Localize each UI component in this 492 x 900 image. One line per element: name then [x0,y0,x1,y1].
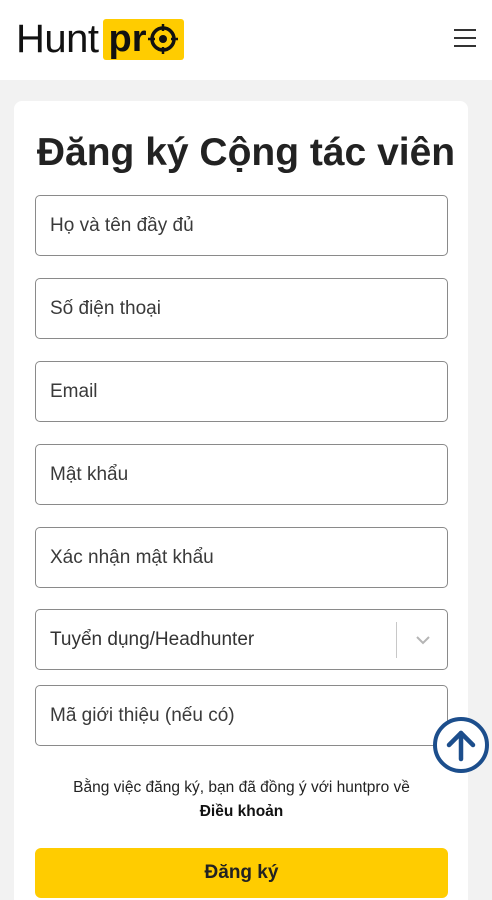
role-select-value: Tuyển dụng/Headhunter [50,628,255,650]
top-header: Hunt pr [0,0,492,80]
logo-pro-badge: pr [102,17,184,60]
phone-input[interactable] [50,297,447,320]
confirm-password-input[interactable] [50,546,447,569]
target-icon [147,24,178,54]
email-field[interactable] [35,361,448,422]
email-input[interactable] [50,380,447,403]
full-name-input[interactable] [50,214,447,237]
confirm-password-field[interactable] [35,527,448,588]
logo-hunt-text: Hunt [16,17,99,61]
page-title: Đăng ký Cộng tác viên [36,131,456,174]
terms-notice: Bằng việc đăng ký, bạn đã đồng ý với hun… [35,776,448,824]
password-field[interactable] [35,444,448,505]
arrow-up-circle-icon [446,730,476,762]
select-separator [396,622,397,658]
terms-link[interactable]: Điều khoản [200,803,284,820]
logo-pro-text: pr [108,17,147,60]
password-input[interactable] [50,463,447,486]
referral-code-field[interactable] [35,685,448,746]
huntpro-logo[interactable]: Hunt pr [16,17,184,61]
scroll-to-top-button[interactable] [433,717,489,773]
terms-text: Bằng việc đăng ký, bạn đã đồng ý với hun… [73,779,410,796]
hamburger-menu-icon[interactable] [452,26,478,50]
role-select[interactable]: Tuyển dụng/Headhunter [35,609,448,670]
chevron-down-icon[interactable] [415,632,431,648]
register-button[interactable]: Đăng ký [35,848,448,898]
full-name-field[interactable] [35,195,448,256]
referral-code-input[interactable] [50,704,447,727]
phone-field[interactable] [35,278,448,339]
